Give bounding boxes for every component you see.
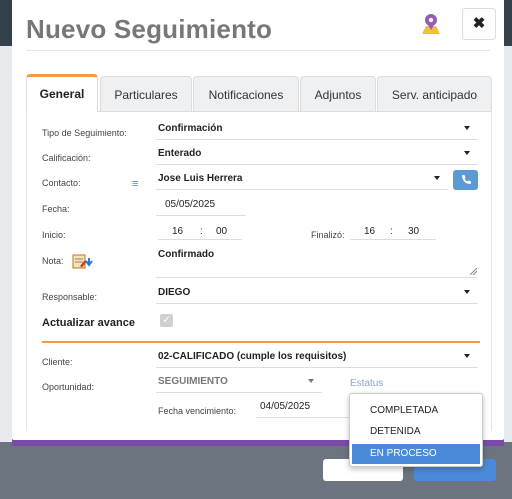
estatus-dropdown: COMPLETADA DETENIDA EN PROCESO <box>349 393 483 467</box>
cliente-select[interactable]: 02-CALIFICADO (cumple los requisitos) <box>156 348 478 368</box>
nota-label: Nota: <box>42 256 64 266</box>
estatus-option-en-proceso[interactable]: EN PROCESO <box>352 444 480 464</box>
chevron-down-icon <box>308 379 314 383</box>
background-right-strip <box>504 46 512 499</box>
resize-handle-icon[interactable] <box>470 268 477 275</box>
tab-notificaciones[interactable]: Notificaciones <box>193 76 299 112</box>
tipo-value: Confirmación <box>158 123 223 134</box>
contacto-value: Jose Luis Herrera <box>158 173 243 184</box>
calificacion-select[interactable]: Enterado <box>156 145 478 165</box>
title-divider <box>26 50 490 51</box>
inicio-time[interactable]: 16 : 00 <box>158 224 242 240</box>
chevron-down-icon <box>434 176 440 180</box>
map-marker-icon[interactable] <box>420 12 442 36</box>
cliente-label: Cliente: <box>42 357 73 367</box>
inicio-hour[interactable]: 16 <box>172 226 183 237</box>
vencimiento-input[interactable]: 04/05/2025 <box>256 398 352 418</box>
chevron-down-icon <box>464 151 470 155</box>
responsable-value: DIEGO <box>158 287 191 298</box>
fecha-input[interactable]: 05/05/2025 <box>156 196 246 216</box>
responsable-label: Responsable: <box>42 292 98 302</box>
tab-adjuntos[interactable]: Adjuntos <box>300 76 376 112</box>
tipo-select[interactable]: Confirmación <box>156 120 478 140</box>
tipo-label: Tipo de Seguimiento: <box>42 128 127 138</box>
chevron-down-icon <box>464 354 470 358</box>
contacto-select[interactable]: Jose Luis Herrera <box>156 170 448 190</box>
fecha-label: Fecha: <box>42 204 70 214</box>
oportunidad-label: Oportunidad: <box>42 382 95 392</box>
tab-particulares[interactable]: Particulares <box>100 76 192 112</box>
edit-note-icon[interactable] <box>72 254 94 270</box>
inicio-label: Inicio: <box>42 230 66 240</box>
oportunidad-select[interactable]: SEGUIMIENTO <box>156 373 322 393</box>
calificacion-value: Enterado <box>158 148 202 159</box>
vencimiento-value: 04/05/2025 <box>260 401 311 412</box>
vencimiento-label: Fecha vencimiento: <box>158 406 237 416</box>
chevron-down-icon <box>464 126 470 130</box>
nota-textarea[interactable]: Confirmado <box>156 246 478 278</box>
inicio-minute[interactable]: 00 <box>216 226 227 237</box>
finalizo-hour[interactable]: 16 <box>364 226 375 237</box>
finalizo-time[interactable]: 16 : 30 <box>350 224 436 240</box>
actualizar-avance-label: Actualizar avance <box>42 317 135 329</box>
estatus-option-completada[interactable]: COMPLETADA <box>352 401 480 421</box>
actualizar-avance-checkbox[interactable]: ✓ <box>160 314 173 327</box>
section-divider <box>42 341 480 343</box>
background-left-strip <box>0 46 12 499</box>
time-separator: : <box>390 226 393 237</box>
estatus-select[interactable]: Estatus <box>350 378 383 389</box>
tab-serv-anticipado[interactable]: Serv. anticipado <box>377 76 492 112</box>
list-icon[interactable]: ≡ <box>132 178 138 190</box>
fecha-value: 05/05/2025 <box>165 199 216 210</box>
phone-icon <box>462 175 471 184</box>
calificacion-label: Calificación: <box>42 153 91 163</box>
oportunidad-value: SEGUIMIENTO <box>158 376 228 387</box>
tab-bar: General Particulares Notificaciones Adju… <box>26 74 492 112</box>
call-button[interactable] <box>453 170 478 190</box>
nota-value: Confirmado <box>158 249 215 260</box>
close-button[interactable]: ✖ <box>462 8 496 40</box>
finalizo-minute[interactable]: 30 <box>408 226 419 237</box>
finalizo-label: Finalizó: <box>311 230 345 240</box>
cliente-value: 02-CALIFICADO (cumple los requisitos) <box>158 351 347 362</box>
chevron-down-icon <box>464 290 470 294</box>
estatus-option-detenida[interactable]: DETENIDA <box>352 422 480 442</box>
modal-title: Nuevo Seguimiento <box>26 14 273 44</box>
tab-general[interactable]: General <box>26 74 98 112</box>
time-separator: : <box>200 226 203 237</box>
contacto-label: Contacto: <box>42 178 81 188</box>
responsable-select[interactable]: DIEGO <box>156 284 478 304</box>
